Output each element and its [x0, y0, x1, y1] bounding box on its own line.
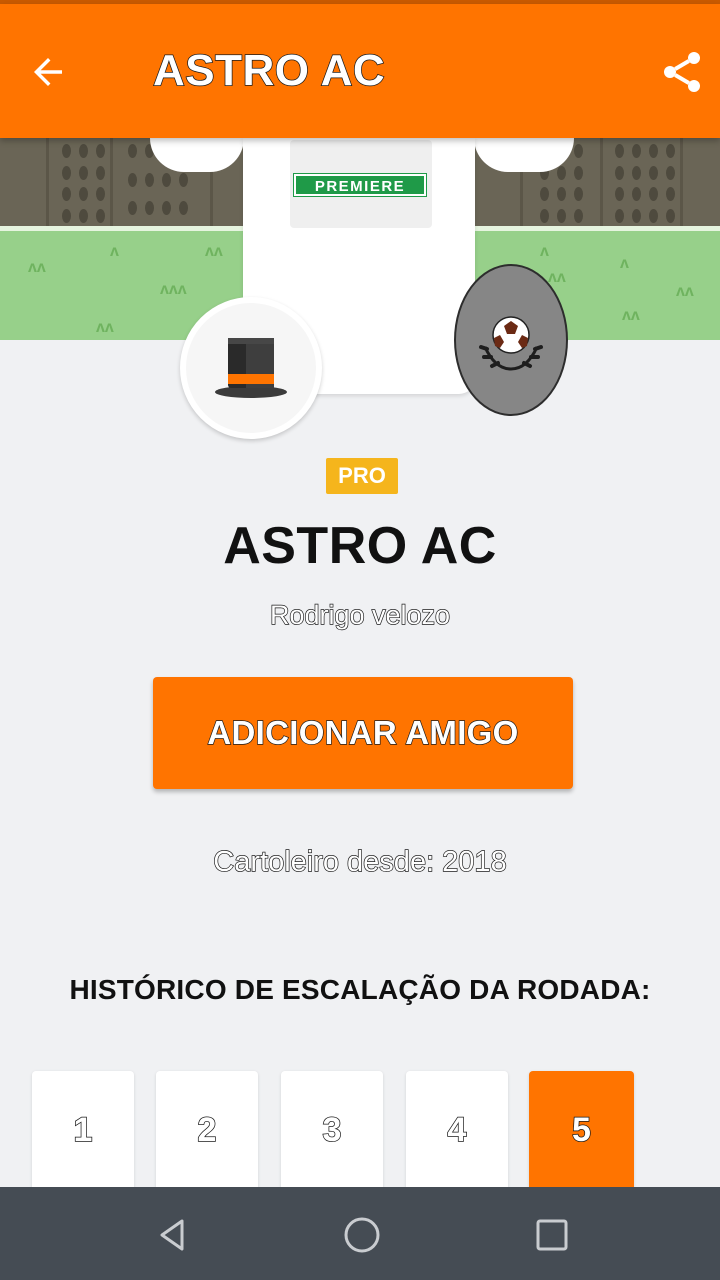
system-navigation-bar — [0, 1187, 720, 1280]
team-name: ASTRO AC — [223, 517, 497, 575]
page-title: ASTRO AC — [152, 45, 386, 96]
back-button[interactable] — [22, 46, 74, 98]
circle-home-icon — [344, 1217, 380, 1253]
avatar[interactable] — [180, 297, 322, 439]
arrow-left-icon — [34, 58, 62, 86]
team-shield[interactable] — [454, 264, 568, 416]
owner-name: Rodrigo velozo — [269, 599, 451, 630]
system-recents-button[interactable] — [526, 1209, 578, 1261]
round-tab-4[interactable]: 4 — [406, 1071, 508, 1189]
jersey-sponsor-logo: PREMIERE — [293, 173, 427, 197]
round-tab-3[interactable]: 3 — [281, 1071, 383, 1189]
member-since: Cartoleiro desde: 2018 — [213, 845, 508, 878]
top-hat-icon — [215, 338, 287, 398]
soccer-ball-laurel-icon — [479, 316, 543, 371]
share-icon — [664, 52, 700, 92]
round-tab-2[interactable]: 2 — [156, 1071, 258, 1189]
square-recents-icon — [536, 1219, 568, 1251]
app-bar: ASTRO AC — [0, 4, 720, 138]
triangle-back-icon — [160, 1219, 184, 1251]
round-tab-5-active[interactable]: 5 — [529, 1071, 634, 1189]
share-button[interactable] — [654, 44, 710, 100]
pro-badge: PRO — [326, 458, 398, 494]
system-home-button[interactable] — [336, 1209, 388, 1261]
round-history-title: HISTÓRICO DE ESCALAÇÃO DA RODADA: — [69, 974, 651, 1005]
round-tab-1[interactable]: 1 — [32, 1071, 134, 1189]
add-friend-button[interactable]: ADICIONAR AMIGO — [153, 677, 573, 789]
system-back-button[interactable] — [146, 1209, 198, 1261]
